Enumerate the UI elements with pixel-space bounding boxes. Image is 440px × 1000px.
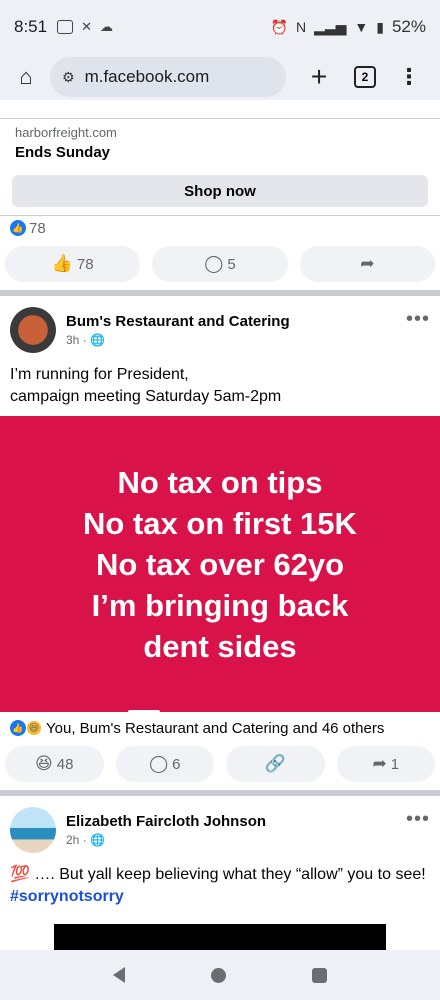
- overflow-menu-icon[interactable]: ⋮: [398, 64, 420, 90]
- post-timestamp[interactable]: 2h: [66, 833, 79, 847]
- battery-icon: ▮: [376, 18, 384, 35]
- hashtag-link[interactable]: #sorrynotsorry: [10, 888, 124, 905]
- nfc-icon: N: [295, 19, 307, 35]
- site-settings-icon[interactable]: ⚙: [62, 69, 75, 86]
- comment-count: 5: [227, 255, 236, 273]
- thumbs-up-icon: 👍: [51, 254, 73, 273]
- post-time: 2h · 🌐: [66, 833, 406, 847]
- post-media[interactable]: [54, 924, 386, 950]
- globe-icon: · 🌐: [82, 833, 105, 847]
- ad-title: Ends Sunday: [15, 144, 111, 161]
- globe-icon: · 🌐: [82, 333, 105, 347]
- post-reactions-summary[interactable]: 👍 😆 You, Bum's Restaurant and Catering a…: [0, 716, 440, 740]
- like-reaction-icon: 👍: [10, 220, 26, 236]
- card-line: I’m bringing back: [91, 587, 349, 623]
- post-text: I’m running for President, campaign meet…: [0, 354, 440, 408]
- new-tab-button[interactable]: +: [304, 61, 334, 93]
- comment-icon: ◯: [149, 754, 169, 773]
- url-text: m.facebook.com: [84, 67, 210, 86]
- status-time: 8:51: [14, 17, 48, 36]
- share-icon: ➦: [372, 754, 387, 773]
- post-author[interactable]: Bum's Restaurant and Catering: [66, 313, 406, 330]
- ad-domain: harborfreight.com: [15, 125, 117, 140]
- card-line: No tax on tips: [117, 464, 323, 500]
- card-line: No tax on first 15K: [83, 505, 357, 541]
- hundred-emoji-icon: 💯: [10, 866, 30, 883]
- post-meta: Elizabeth Faircloth Johnson 2h · 🌐: [66, 813, 406, 847]
- avatar[interactable]: [10, 307, 56, 353]
- signal-icon: ▂▃▅: [314, 18, 347, 35]
- like-reaction-icon: 👍: [10, 720, 26, 736]
- like-button[interactable]: 👍 78: [5, 246, 141, 282]
- reaction-count: 48: [56, 755, 74, 773]
- share-count: 1: [390, 755, 400, 773]
- share-icon: ➦: [360, 254, 375, 273]
- status-bar: 8:51 ✕ ☁ ⏰ N ▂▃▅ ▼ ▮ 52%: [0, 0, 440, 54]
- alarm-icon: ⏰: [270, 18, 288, 35]
- address-bar[interactable]: ⚙ m.facebook.com: [50, 57, 286, 97]
- card-line: dent sides: [143, 628, 297, 664]
- battery-percent: 52%: [391, 17, 426, 36]
- post-text-line: I’m running for President,: [10, 366, 189, 383]
- missed-call-icon: ✕: [81, 19, 92, 34]
- post-header: Elizabeth Faircloth Johnson 2h · 🌐 •••: [0, 796, 440, 854]
- post-text-line: campaign meeting Saturday 5am-2pm: [10, 388, 282, 405]
- home-nav-icon[interactable]: [211, 967, 226, 983]
- haha-emoji-icon: 😆: [35, 754, 53, 773]
- share-button[interactable]: ➦ 1: [336, 746, 435, 782]
- like-count: 78: [76, 255, 94, 273]
- back-icon[interactable]: [113, 967, 125, 983]
- text-background-card[interactable]: No tax on tips No tax on first 15K No ta…: [0, 416, 440, 714]
- ad-reaction-count: 78: [29, 219, 46, 237]
- card-indicator: [128, 710, 160, 714]
- reactions-text: You, Bum's Restaurant and Catering and 4…: [46, 719, 385, 737]
- status-left-icons: ✕ ☁: [57, 19, 113, 35]
- shop-now-button[interactable]: Shop now: [12, 175, 428, 207]
- post-action-row: 😆 48 ◯ 6 🔗 ➦ 1: [0, 740, 440, 790]
- ad-action-row: 👍 78 ◯ 5 ➦: [0, 240, 440, 290]
- system-nav-bar: [0, 950, 440, 1000]
- share-button[interactable]: ➦: [299, 246, 435, 282]
- react-button[interactable]: 😆 48: [5, 746, 104, 782]
- wifi-icon: ▼: [354, 19, 369, 35]
- link-icon: 🔗: [264, 754, 286, 773]
- copy-link-button[interactable]: 🔗: [226, 746, 325, 782]
- comment-icon: ◯: [204, 254, 224, 273]
- tab-switcher-button[interactable]: 2: [354, 66, 376, 88]
- comment-button[interactable]: ◯ 5: [152, 246, 288, 282]
- browser-toolbar: ⌂ ⚙ m.facebook.com + 2 ⋮: [0, 54, 440, 100]
- post-meta: Bum's Restaurant and Catering 3h · 🌐: [66, 313, 406, 347]
- post-author[interactable]: Elizabeth Faircloth Johnson: [66, 813, 406, 830]
- avatar[interactable]: [10, 807, 56, 853]
- post-timestamp[interactable]: 3h: [66, 333, 79, 347]
- news-feed: harborfreight.com Ends Sunday Shop now 👍…: [0, 100, 440, 950]
- home-icon[interactable]: ⌂: [10, 61, 42, 93]
- cloud-icon: ☁: [100, 19, 113, 34]
- status-right-icons: ⏰ N ▂▃▅ ▼ ▮ 52%: [271, 17, 426, 37]
- post-text: 💯 …. But yall keep believing what they “…: [0, 854, 440, 908]
- comment-count: 6: [172, 755, 181, 773]
- notification-icon: [57, 20, 74, 34]
- post-header: Bum's Restaurant and Catering 3h · 🌐 •••: [0, 296, 440, 354]
- recents-icon[interactable]: [312, 967, 327, 983]
- post-time: 3h · 🌐: [66, 333, 406, 347]
- more-options-icon[interactable]: •••: [406, 308, 430, 331]
- more-options-icon[interactable]: •••: [406, 808, 430, 831]
- comment-button[interactable]: ◯ 6: [115, 746, 214, 782]
- post-text-body: …. But yall keep believing what they “al…: [29, 866, 426, 883]
- card-line: No tax over 62yo: [95, 546, 345, 582]
- haha-reaction-icon: 😆: [26, 720, 42, 736]
- ad-reactions-summary[interactable]: 👍 78: [0, 216, 440, 240]
- ad-link-card[interactable]: harborfreight.com Ends Sunday: [0, 118, 440, 161]
